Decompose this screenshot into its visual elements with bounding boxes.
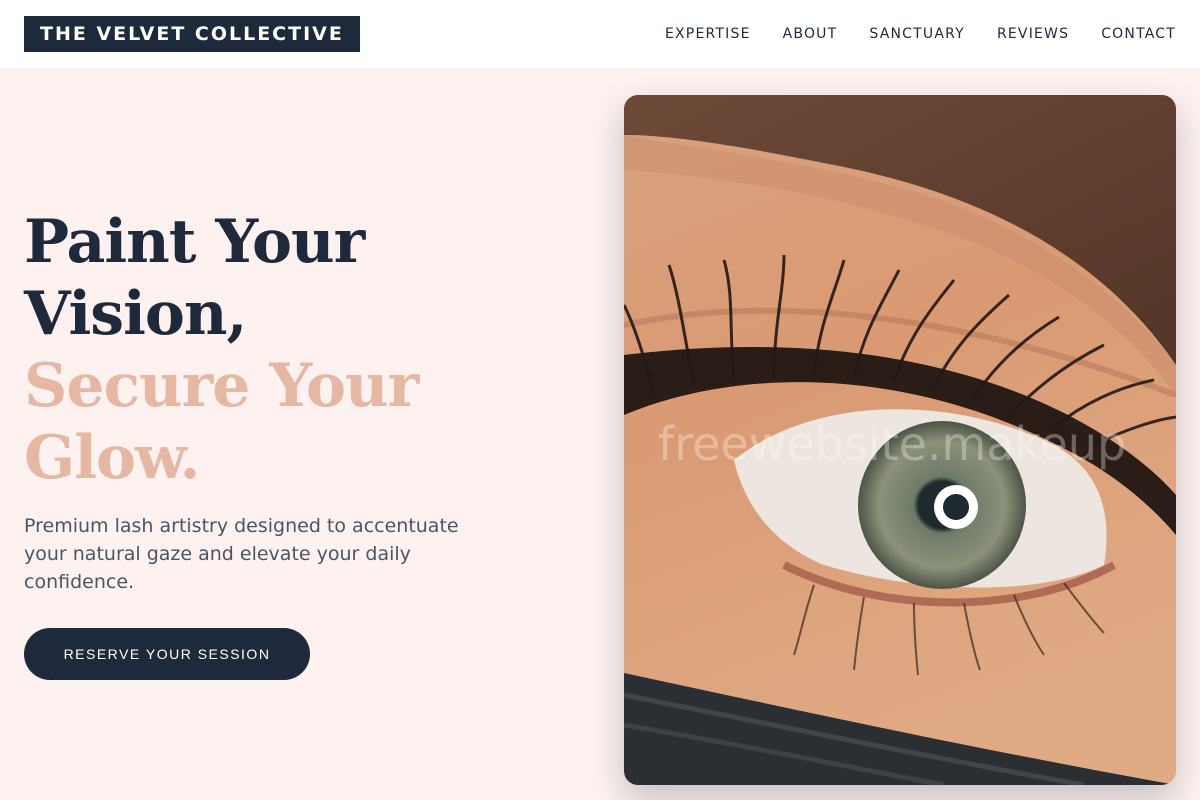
nav-item-reviews[interactable]: REVIEWS bbox=[997, 26, 1069, 42]
main-nav: EXPERTISE ABOUT SANCTUARY REVIEWS CONTAC… bbox=[665, 0, 1176, 68]
hero-eye-photo: freewebsite.makeup bbox=[624, 95, 1176, 785]
nav-item-expertise[interactable]: EXPERTISE bbox=[665, 26, 751, 42]
nav-item-contact[interactable]: CONTACT bbox=[1101, 26, 1176, 42]
hero-subtitle: Premium lash artistry designed to accent… bbox=[24, 515, 459, 593]
site-header: THE VELVET COLLECTIVE EXPERTISE ABOUT SA… bbox=[0, 0, 1200, 68]
hero-title-line-3: Secure Your bbox=[24, 351, 419, 421]
brand-logo[interactable]: THE VELVET COLLECTIVE bbox=[24, 16, 360, 52]
nav-item-sanctuary[interactable]: SANCTUARY bbox=[869, 26, 965, 42]
hero-title-line-4: Glow. bbox=[24, 423, 201, 493]
hero-title-line-2: Vision, bbox=[24, 279, 247, 349]
nav-item-about[interactable]: ABOUT bbox=[783, 26, 838, 42]
reserve-session-button[interactable]: RESERVE YOUR SESSION bbox=[24, 628, 310, 680]
hero-title: Paint Your Vision, Secure Your Glow. bbox=[24, 206, 584, 494]
hero-title-line-1: Paint Your bbox=[24, 207, 365, 277]
image-watermark: freewebsite.makeup bbox=[658, 417, 1127, 471]
